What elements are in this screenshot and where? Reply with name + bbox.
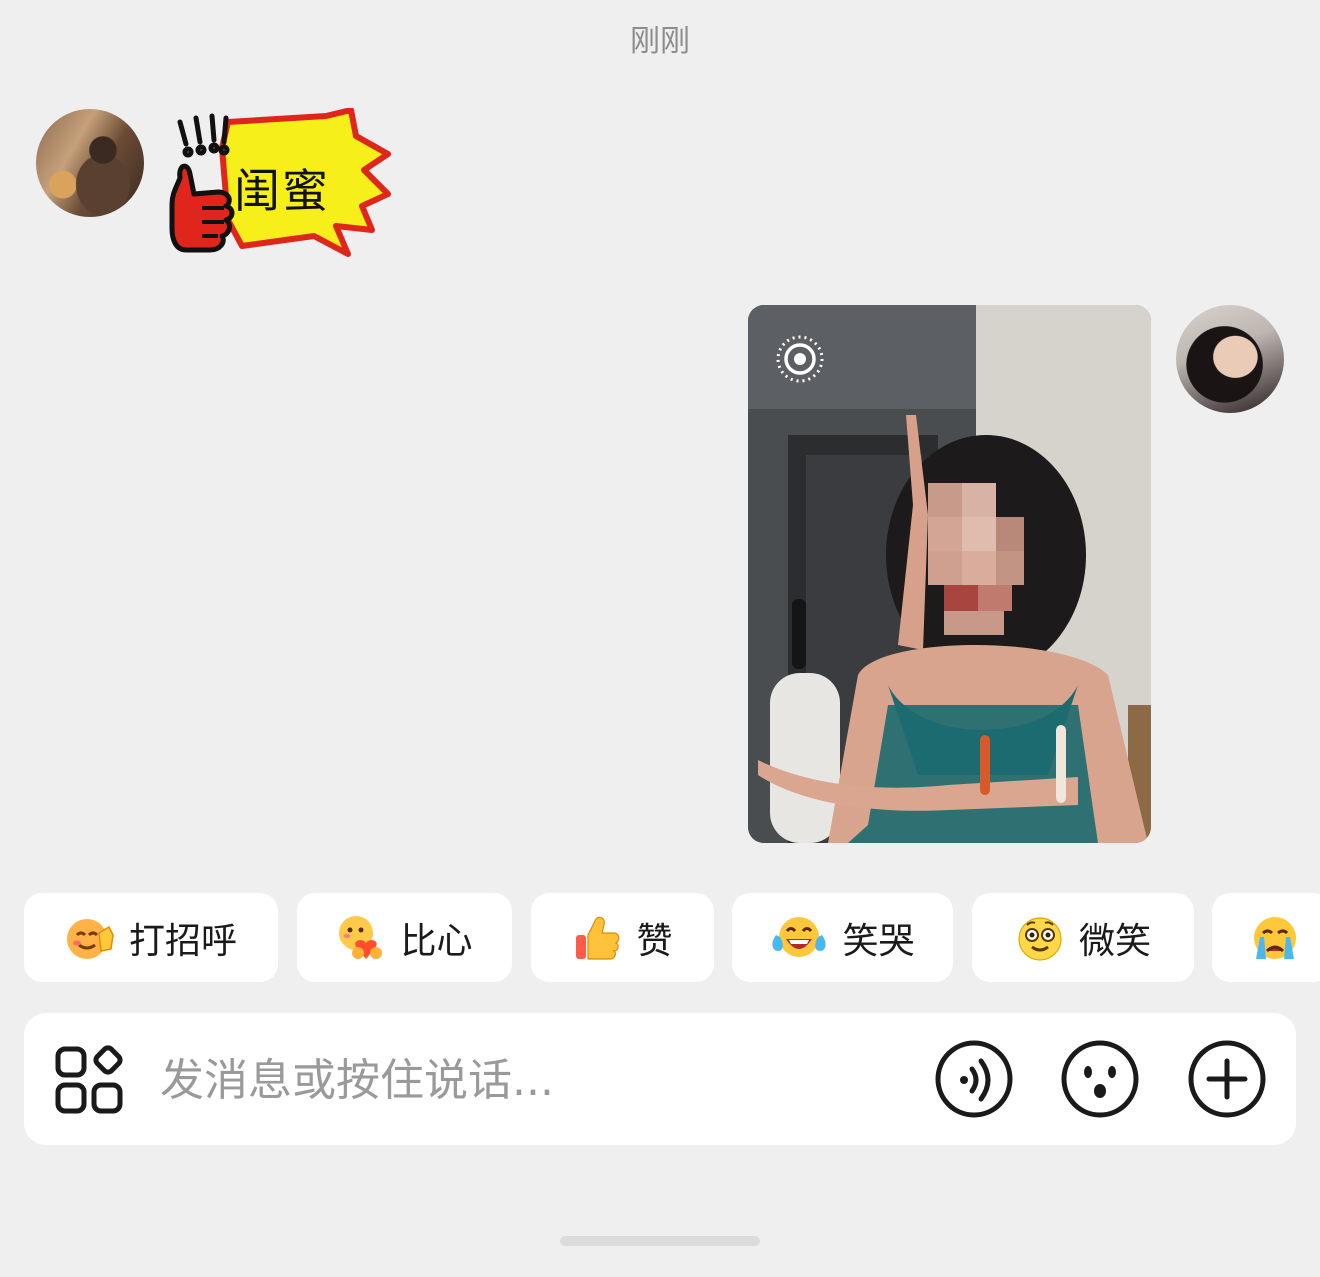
quick-reply-label: 比心	[400, 920, 473, 962]
quick-reply-heart[interactable]: 比心	[297, 893, 512, 982]
quick-reply-bar: 打招呼 比心 赞 笑哭 微笑	[0, 893, 1320, 983]
quick-reply-greet[interactable]: 打招呼	[24, 893, 278, 982]
home-indicator[interactable]	[560, 1236, 760, 1246]
message-timestamp: 刚刚	[630, 24, 690, 59]
quick-reply-label: 微笑	[1078, 920, 1151, 962]
quick-reply-label: 赞	[636, 920, 673, 962]
plus-icon[interactable]	[1187, 1039, 1267, 1119]
smile-emoji-icon	[1018, 916, 1062, 961]
message-composer	[24, 1013, 1296, 1145]
thumbs-up-emoji-icon	[576, 916, 620, 960]
quick-reply-cry[interactable]	[1212, 893, 1320, 982]
apps-icon[interactable]	[54, 1045, 124, 1115]
outgoing-photo-message[interactable]	[748, 305, 1151, 843]
chat-screen: 刚刚 闺蜜 打招呼 比心 赞 笑哭 微笑 发消息或按住说话...	[0, 0, 1320, 1277]
photo-content	[748, 305, 1151, 843]
my-avatar[interactable]	[1176, 305, 1284, 413]
quick-reply-smile[interactable]: 微笑	[972, 893, 1194, 982]
quick-reply-laugh-cry[interactable]: 笑哭	[732, 893, 953, 982]
exclamation-marks	[177, 113, 230, 158]
wave-emoji-icon	[66, 918, 114, 959]
laugh-cry-emoji-icon	[772, 916, 827, 957]
contact-avatar[interactable]	[36, 109, 144, 217]
sticker-text: 闺蜜	[234, 164, 330, 218]
quick-reply-label: 打招呼	[128, 920, 237, 962]
quick-reply-like[interactable]: 赞	[531, 893, 714, 982]
voice-icon[interactable]	[934, 1039, 1014, 1119]
live-photo-icon	[776, 335, 824, 383]
emoji-icon[interactable]	[1060, 1039, 1140, 1119]
quick-reply-label: 笑哭	[842, 920, 915, 962]
message-input[interactable]	[158, 1043, 902, 1117]
heart-hands-emoji-icon	[339, 915, 383, 959]
crying-emoji-icon	[1254, 916, 1296, 959]
